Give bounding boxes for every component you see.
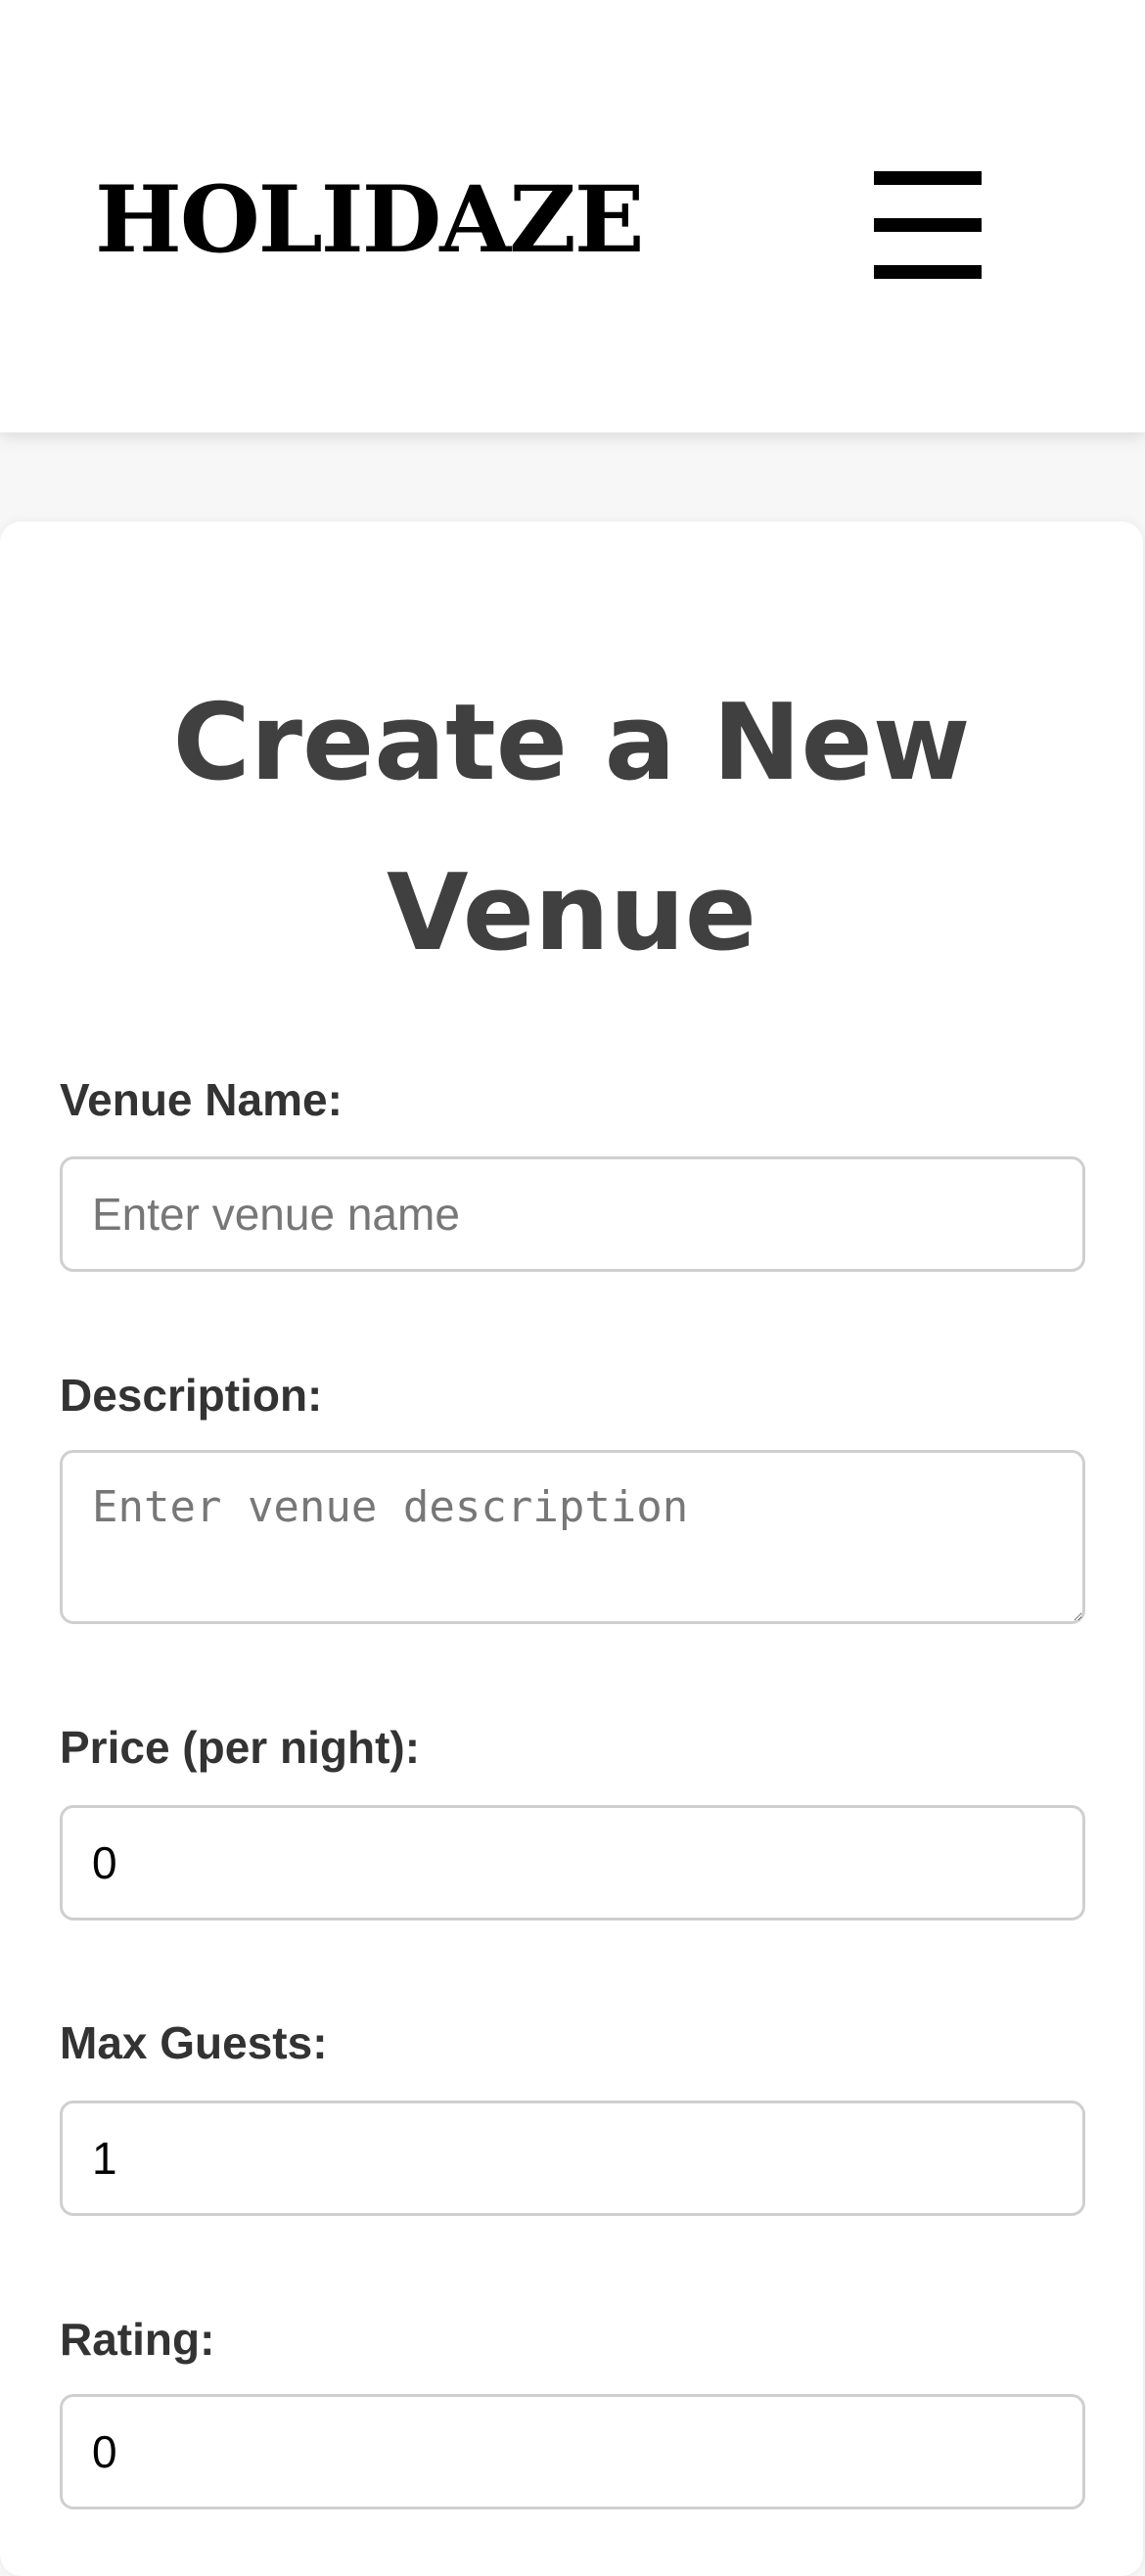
menu-bar-middle — [874, 218, 982, 232]
site-logo[interactable]: HOLIDAZE — [95, 166, 644, 274]
rating-label: Rating: — [60, 2314, 215, 2365]
create-venue-form: Create a New Venue Venue Name: Descripti… — [0, 521, 1143, 2576]
venue-name-input[interactable] — [60, 1156, 1085, 1272]
price-label: Price (per night): — [60, 1722, 421, 1773]
menu-bar-top — [874, 171, 982, 185]
max-guests-label: Max Guests: — [60, 2017, 328, 2068]
site-header: HOLIDAZE — [0, 0, 1145, 432]
price-input[interactable] — [60, 1805, 1085, 1921]
menu-bar-bottom — [874, 265, 982, 279]
page-title: Create a New Venue — [172, 682, 971, 974]
hamburger-menu-icon[interactable] — [874, 171, 982, 279]
description-textarea[interactable] — [60, 1450, 1085, 1624]
description-label: Description: — [60, 1370, 323, 1421]
rating-input[interactable] — [60, 2394, 1085, 2509]
max-guests-input[interactable] — [60, 2101, 1085, 2216]
venue-name-label: Venue Name: — [60, 1074, 343, 1125]
